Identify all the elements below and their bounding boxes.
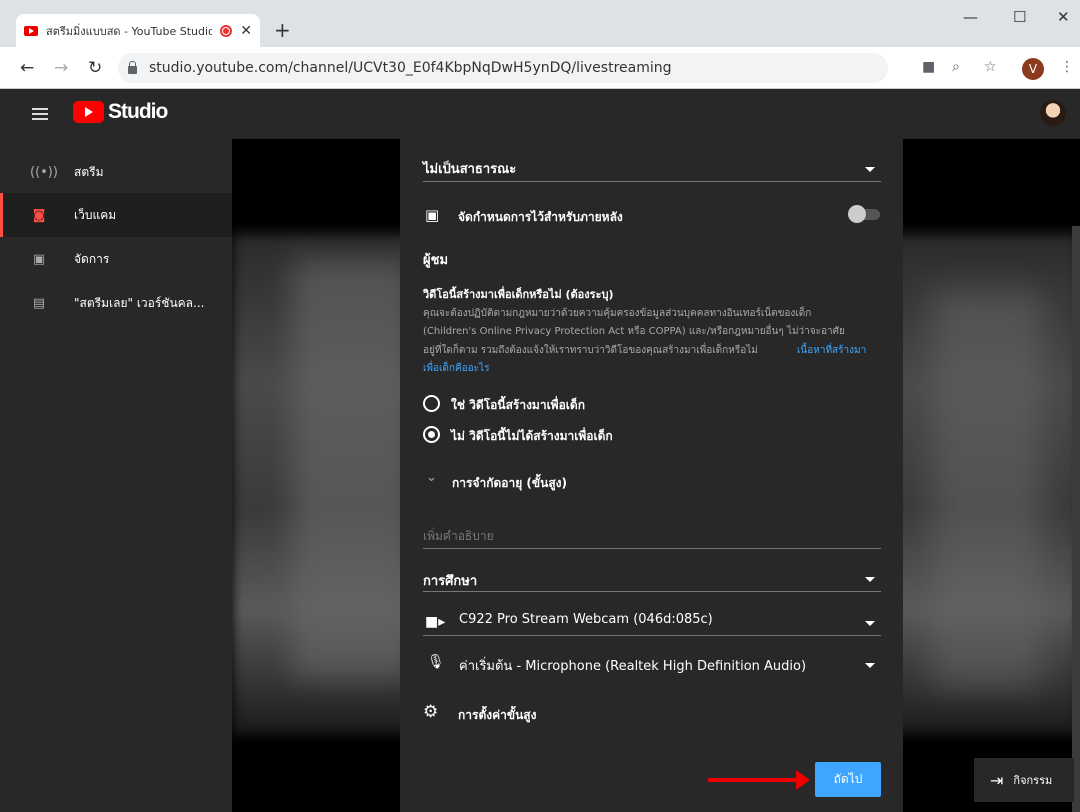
sidebar-item-manage[interactable]: ▣ จัดการ	[0, 237, 232, 281]
sidebar-item-label: "สตรีมเลย" เวอร์ชันคล...	[74, 295, 205, 310]
tab-close-icon[interactable]: ✕	[240, 23, 252, 39]
option-yes-label[interactable]: ใช่ วิดีโอนี้สร้างมาเพื่อเด็ก	[451, 396, 585, 415]
sidebar: ((•)) สตรีม ◙ เว็บแคม ▣ จัดการ ▤ "สตรีมเ…	[0, 139, 232, 812]
kids-description-line: (Children's Online Privacy Protection Ac…	[423, 326, 845, 337]
next-button[interactable]: ถัดไป	[815, 762, 881, 797]
category-select[interactable]: การศึกษา	[423, 548, 881, 592]
browser-menu-icon[interactable]: ⋮	[1060, 59, 1074, 75]
microphone-select[interactable]: 🎙 ค่าเริ่มต้น - Microphone (Realtek High…	[423, 636, 881, 680]
studio-logo-text[interactable]: Studio	[108, 100, 168, 124]
youtube-favicon-icon	[24, 25, 38, 36]
browser-tab[interactable]: สตรีมมิ่งแบบสด - YouTube Studio ✕	[16, 14, 260, 47]
sidebar-item-webcam[interactable]: ◙ เว็บแคม	[0, 193, 232, 237]
gear-icon: ⚙	[423, 702, 439, 722]
calendar-icon: ▣	[425, 206, 440, 224]
kids-content-link-cont[interactable]: เพื่อเด็กคืออะไร	[423, 361, 489, 376]
kids-content-link[interactable]: เนื้อหาที่สร้างมา	[797, 343, 866, 358]
camera-select[interactable]: ■▸ C922 Pro Stream Webcam (046d:085c)	[423, 592, 881, 636]
bookmark-star-icon[interactable]: ☆	[984, 59, 997, 75]
schedule-toggle[interactable]	[848, 205, 880, 223]
forward-arrow-icon[interactable]: →	[54, 58, 68, 78]
camera-icon: ◙	[32, 207, 46, 223]
recording-icon	[220, 24, 233, 37]
schedule-label: จัดกำหนดการไว้สำหรับภายหลัง	[458, 210, 623, 224]
url-bar[interactable]: studio.youtube.com/channel/UCVt30_E0f4Kb…	[118, 53, 888, 83]
kids-question: วิดีโอนี้สร้างมาเพื่อเด็กหรือไม่ (ต้องระ…	[423, 288, 614, 301]
annotation-arrow-head	[796, 770, 810, 790]
zoom-icon[interactable]: ⌕	[952, 59, 960, 75]
calendar-icon: ▣	[32, 251, 46, 267]
dropdown-caret-icon	[865, 663, 875, 668]
profile-avatar[interactable]: V	[1022, 58, 1044, 80]
sidebar-item-label: จัดการ	[74, 251, 110, 266]
sidebar-item-legacy-stream-now[interactable]: ▤ "สตรีมเลย" เวอร์ชันคล...	[0, 281, 232, 325]
window-close-button[interactable]: ✕	[1057, 8, 1070, 26]
sidebar-item-label: เว็บแคม	[74, 207, 117, 222]
scrollbar[interactable]	[1072, 226, 1080, 812]
privacy-value: ไม่เป็นสาธารณะ	[423, 162, 517, 177]
sidebar-item-label: สตรีม	[74, 164, 104, 179]
activity-icon: ⇥	[990, 770, 1004, 790]
radio-made-for-kids[interactable]	[423, 395, 440, 412]
annotation-arrow	[708, 778, 798, 782]
url-text: studio.youtube.com/channel/UCVt30_E0f4Kb…	[149, 60, 672, 76]
video-camera-icon: ■▸	[425, 614, 446, 630]
camera-value: C922 Pro Stream Webcam (046d:085c)	[459, 612, 713, 627]
microphone-value: ค่าเริ่มต้น - Microphone (Realtek High D…	[459, 659, 807, 674]
age-restriction-toggle[interactable]: การจำกัดอายุ (ขั้นสูง)	[452, 474, 567, 493]
description-field[interactable]: เพิ่มคำอธิบาย	[423, 525, 881, 549]
sidebar-item-stream[interactable]: ((•)) สตรีม	[0, 150, 232, 194]
category-value: การศึกษา	[423, 574, 478, 589]
minimize-button[interactable]: —	[963, 8, 978, 26]
kids-description-line: คุณจะต้องปฏิบัติตามกฎหมายว่าด้วยความคุ้ม…	[423, 308, 812, 319]
back-arrow-icon[interactable]: ←	[20, 58, 34, 78]
privacy-select[interactable]: ไม่เป็นสาธารณะ	[423, 138, 881, 182]
activity-label: กิจกรรม	[1013, 774, 1053, 787]
microphone-icon: 🎙	[427, 654, 445, 670]
kids-description-line: อยู่ที่ใดก็ตาม รวมถึงต้องแจ้งให้เราทราบว…	[423, 345, 758, 356]
hamburger-menu-icon[interactable]	[32, 108, 48, 120]
tab-title: สตรีมมิ่งแบบสด - YouTube Studio	[46, 24, 213, 38]
dropdown-caret-icon	[865, 577, 875, 582]
address-toolbar: ← → ↻ studio.youtube.com/channel/UCVt30_…	[0, 47, 1080, 89]
stream-icon: ((•))	[30, 164, 58, 180]
camera-in-use-icon[interactable]: ■	[922, 59, 935, 75]
reload-icon[interactable]: ↻	[88, 58, 102, 78]
dropdown-caret-icon	[865, 167, 875, 172]
new-tab-button[interactable]: +	[274, 18, 291, 42]
audience-heading: ผู้ชม	[423, 253, 449, 268]
account-avatar[interactable]	[1040, 100, 1066, 126]
option-no-label[interactable]: ไม่ วิดีโอนี้ไม่ได้สร้างมาเพื่อเด็ก	[451, 427, 613, 446]
advanced-settings-link[interactable]: การตั้งค่าขั้นสูง	[458, 706, 536, 725]
lock-icon	[128, 61, 137, 74]
legacy-icon: ▤	[32, 295, 46, 311]
description-placeholder: เพิ่มคำอธิบาย	[423, 529, 494, 543]
activity-button[interactable]: ⇥ กิจกรรม	[974, 758, 1074, 802]
chevron-down-icon[interactable]: ⌄	[426, 470, 437, 485]
youtube-logo-icon[interactable]	[73, 101, 104, 123]
dropdown-caret-icon	[865, 621, 875, 626]
radio-not-for-kids[interactable]	[423, 426, 440, 443]
maximize-button[interactable]: ☐	[1013, 8, 1026, 26]
